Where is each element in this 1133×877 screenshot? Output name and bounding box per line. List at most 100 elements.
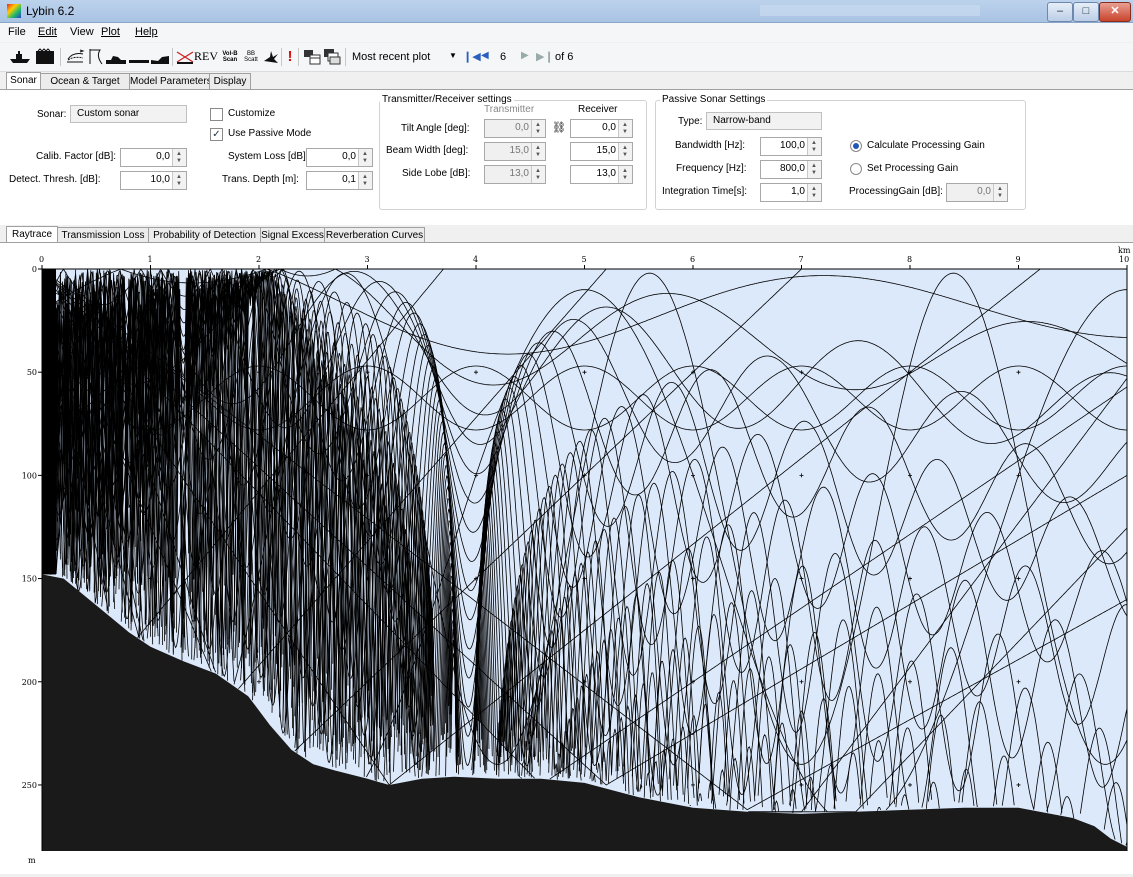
window-title: Lybin 6.2 xyxy=(26,4,75,18)
sonar-profile-icon[interactable] xyxy=(35,48,55,65)
previous-plot-icon[interactable]: ◀ xyxy=(481,50,489,61)
receiver-beam-width-spinner[interactable]: 15,0 ▲ ▼ xyxy=(570,142,633,161)
x-tick-label: 3 xyxy=(365,255,370,264)
app-icon xyxy=(7,4,21,18)
sonar-settings-panel: Sonar: Custom sonar Calib. Factor [dB]: … xyxy=(0,89,1133,225)
bandwidth-spinner[interactable]: 100,0 ▲ ▼ xyxy=(760,137,822,156)
passive-sonar-title: Passive Sonar Settings xyxy=(660,94,768,105)
x-tick-label: 9 xyxy=(1016,255,1021,264)
beam-width-label: Beam Width [deg]: xyxy=(386,145,469,156)
flat-bottom-icon[interactable] xyxy=(128,48,150,65)
x-tick-label: 2 xyxy=(256,255,261,264)
y-tick-label: 250 xyxy=(22,781,37,790)
trans-depth-spinner[interactable]: 0,1 ▲ ▼ xyxy=(306,171,373,190)
calculate-processing-gain-radio[interactable] xyxy=(850,140,862,152)
y-tick-label: 100 xyxy=(22,471,37,480)
transmitter-side-lobe-spinner: 13,0 ▲ ▼ xyxy=(484,165,546,184)
toolbar-separator xyxy=(172,48,173,66)
bandwidth-label: Bandwidth [Hz]: xyxy=(675,140,746,151)
use-passive-mode-checkbox[interactable]: ✓ xyxy=(210,128,223,141)
processing-gain-spinner: 0,0 ▲ ▼ xyxy=(946,183,1008,202)
detect-threshold-spinner[interactable]: 10,0 ▲ ▼ xyxy=(120,171,187,190)
frequency-spinner[interactable]: 800,0 ▲ ▼ xyxy=(760,160,822,179)
plot-selector[interactable]: Most recent plot xyxy=(352,51,430,63)
customize-checkbox[interactable] xyxy=(210,108,223,121)
calib-factor-spinner[interactable]: 0,0 ▲ ▼ xyxy=(120,148,187,167)
x-tick-label: 5 xyxy=(582,255,587,264)
bottom-profile-icon[interactable] xyxy=(105,48,127,65)
warning-icon[interactable]: ! xyxy=(285,48,295,65)
type-label: Type: xyxy=(678,116,703,127)
sonar-label: Sonar: xyxy=(37,109,67,120)
transmitter-beam-width-spinner: 15,0 ▲ ▼ xyxy=(484,142,546,161)
menu-help[interactable]: Help xyxy=(135,26,158,38)
first-plot-icon[interactable]: ❙◀ xyxy=(463,50,481,63)
menu-view[interactable]: View xyxy=(70,26,94,38)
menu-plot[interactable]: Plot xyxy=(101,26,120,38)
minimize-button[interactable]: – xyxy=(1047,2,1073,22)
receiver-tilt-spinner[interactable]: 0,0 ▲ ▼ xyxy=(570,119,633,138)
toolbar: REV Vol-B Scan BB Scatt ! Most recent pl… xyxy=(0,43,1133,72)
depth-profile-icon[interactable] xyxy=(88,48,104,65)
y-tick-label: 150 xyxy=(22,575,37,584)
close-button[interactable]: ✕ xyxy=(1099,2,1131,22)
system-loss-label: System Loss [dB]: xyxy=(228,151,309,162)
passive-sonar-group: Passive Sonar Settings Type: Narrow-band… xyxy=(655,94,1026,210)
trans-depth-label: Trans. Depth [m]: xyxy=(222,174,299,185)
plot-number: 6 xyxy=(500,51,507,63)
tilt-angle-label: Tilt Angle [deg]: xyxy=(401,123,470,134)
tile-windows-icon[interactable] xyxy=(303,48,321,65)
splash-icon[interactable] xyxy=(262,48,280,65)
calculate-processing-gain-label: Calculate Processing Gain xyxy=(867,140,985,151)
transmitter-tilt-spinner: 0,0 ▲ ▼ xyxy=(484,119,546,138)
rev-button[interactable]: REV xyxy=(194,48,218,65)
tab-model-parameters[interactable]: Model Parameters xyxy=(129,73,212,90)
integration-time-spinner[interactable]: 1,0 ▲ ▼ xyxy=(760,183,822,202)
x-tick-label: 0 xyxy=(39,255,44,264)
system-loss-spinner[interactable]: 0,0 ▲ ▼ xyxy=(306,148,373,167)
side-lobe-label: Side Lobe [dB]: xyxy=(402,168,471,179)
volume-scan-button[interactable]: Vol-B Scan xyxy=(219,48,241,65)
x-tick-label: 4 xyxy=(473,255,478,264)
cascade-windows-icon[interactable] xyxy=(323,48,341,65)
reverberation-icon[interactable] xyxy=(175,48,195,65)
settings-tabs: Sonar Ocean & Target Model Parameters Di… xyxy=(6,72,506,90)
bb-scatter-button[interactable]: BB Scatt xyxy=(241,48,261,65)
type-field: Narrow-band xyxy=(706,112,822,130)
x-tick-label: 1 xyxy=(148,255,153,264)
x-tick-label: 6 xyxy=(690,255,695,264)
detect-threshold-label: Detect. Thresh. [dB]: xyxy=(9,174,101,185)
x-tick-label: 10 xyxy=(1119,255,1129,264)
toolbar-separator xyxy=(298,48,299,66)
x-tick-label: 8 xyxy=(907,255,912,264)
y-axis-unit: m xyxy=(28,856,36,865)
tab-display[interactable]: Display xyxy=(209,73,251,90)
ship-icon[interactable] xyxy=(9,48,31,65)
maximize-button[interactable]: □ xyxy=(1073,2,1099,22)
ray-density-icon[interactable] xyxy=(65,48,85,65)
x-axis-unit: km xyxy=(1118,246,1131,255)
plot-selector-dropdown-icon[interactable]: ▼ xyxy=(449,51,457,60)
next-plot-icon[interactable]: ▶ xyxy=(521,50,529,61)
tab-sonar[interactable]: Sonar xyxy=(6,72,41,90)
slope-bottom-icon[interactable] xyxy=(150,48,170,65)
raytrace-chart: 0 1 2 3 4 5 6 7 8 9 10km 0 50 100 150 200 250 m xyxy=(22,246,1131,865)
tab-ocean-target[interactable]: Ocean & Target xyxy=(40,73,130,90)
link-icon[interactable]: ⛓ xyxy=(552,121,566,134)
plot-total: of 6 xyxy=(555,51,574,63)
sonar-name-field: Custom sonar xyxy=(70,105,187,123)
receiver-side-lobe-spinner[interactable]: 13,0 ▲ ▼ xyxy=(570,165,633,184)
source-ray-fan xyxy=(42,269,56,575)
set-processing-gain-label: Set Processing Gain xyxy=(867,163,959,174)
set-processing-gain-radio[interactable] xyxy=(850,163,862,175)
title-bar: Lybin 6.2 – □ ✕ xyxy=(0,0,1133,23)
calib-factor-label: Calib. Factor [dB]: xyxy=(36,151,117,162)
receiver-column-header: Receiver xyxy=(578,104,618,115)
last-plot-icon[interactable]: ▶❙ xyxy=(536,50,554,63)
integration-time-label: Integration Time[s]: xyxy=(662,186,748,197)
toolbar-separator xyxy=(281,48,282,66)
transmitter-receiver-group: Transmitter/Receiver settings Transmitte… xyxy=(379,94,647,210)
menu-edit[interactable]: Edit xyxy=(38,26,57,38)
toolbar-separator xyxy=(60,48,61,66)
menu-file[interactable]: File xyxy=(8,26,26,38)
